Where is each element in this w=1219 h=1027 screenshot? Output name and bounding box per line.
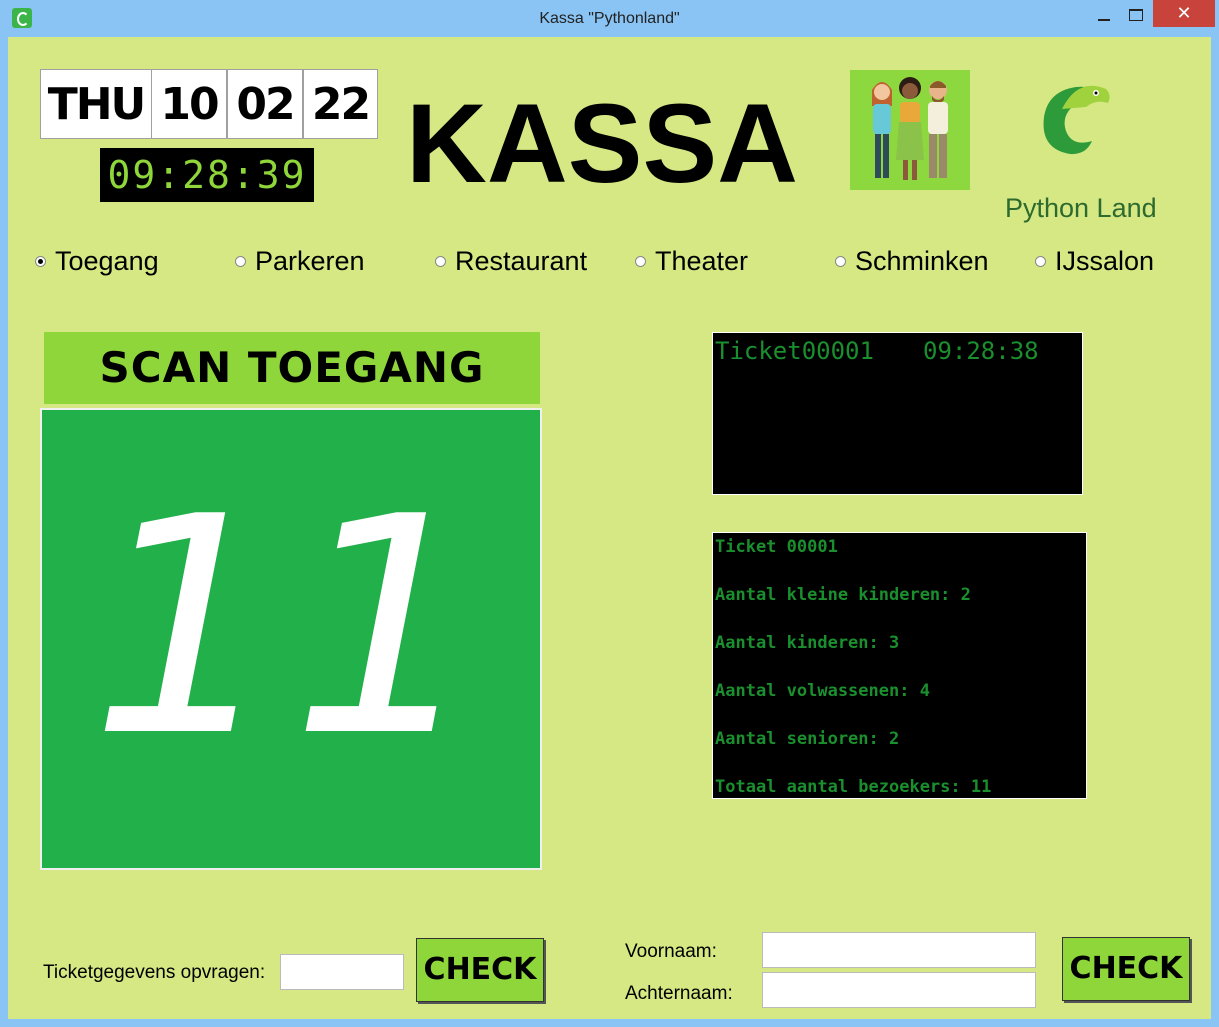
last-name-label: Achternaam:: [625, 983, 733, 1004]
scan-title: SCAN TOEGANG: [44, 332, 540, 404]
window-title: Kassa "Pythonland": [539, 10, 680, 27]
ticket-lookup-input[interactable]: [280, 954, 404, 990]
ticket-check-button[interactable]: CHECK: [416, 938, 544, 1002]
ticket-detail-line: Aantal kleine kinderen: 2: [715, 585, 971, 605]
date-month: 02: [227, 69, 303, 139]
last-name-input[interactable]: [762, 972, 1036, 1008]
close-icon[interactable]: ✕: [1153, 0, 1215, 27]
clock-display: 09:28:39: [100, 148, 314, 202]
title-bar[interactable]: Kassa "Pythonland" ✕: [0, 0, 1219, 37]
radio-restaurant-label[interactable]: Restaurant: [455, 246, 587, 277]
name-check-button[interactable]: CHECK: [1062, 937, 1190, 1001]
radio-restaurant-indicator[interactable]: [435, 256, 446, 267]
ticket-detail-line: Ticket 00001: [715, 537, 838, 557]
radio-theater-label[interactable]: Theater: [655, 246, 748, 277]
last-ticket-id: Ticket00001: [715, 337, 874, 365]
people-illustration: [850, 70, 970, 190]
date-day: THU: [40, 69, 152, 139]
radio-parkeren-indicator[interactable]: [235, 256, 246, 267]
page-title: KASSA: [406, 81, 799, 206]
radio-toegang-label[interactable]: Toegang: [55, 246, 159, 277]
first-name-label: Voornaam:: [625, 941, 717, 962]
radio-ijssalon-indicator[interactable]: [1035, 256, 1046, 267]
radio-toegang-indicator[interactable]: [35, 256, 46, 267]
radio-parkeren-label[interactable]: Parkeren: [255, 246, 365, 277]
radio-theater-indicator[interactable]: [635, 256, 646, 267]
last-ticket-time: 09:28:38: [923, 337, 1039, 365]
ticket-detail-line: Aantal senioren: 2: [715, 729, 900, 749]
radio-schminken-label[interactable]: Schminken: [855, 246, 989, 277]
minimize-icon[interactable]: [1089, 0, 1119, 27]
scan-count-panel: 11: [40, 408, 542, 870]
ticket-detail-line: Aantal kinderen: 3: [715, 633, 900, 653]
main-panel: THU 10 02 22 09:28:39 KASSA Python Land …: [8, 37, 1211, 1019]
first-name-input[interactable]: [762, 932, 1036, 968]
ticket-detail-line: Totaal aantal bezoekers: 11: [715, 777, 992, 797]
app-window: Kassa "Pythonland" ✕ THU 10 02 22 09:28:…: [0, 0, 1219, 1027]
radio-schminken-indicator[interactable]: [835, 256, 846, 267]
python-land-logo: Python Land: [988, 69, 1168, 223]
ticket-lookup-label: Ticketgegevens opvragen:: [43, 962, 266, 983]
ticket-detail-line: Aantal volwassenen: 4: [715, 681, 930, 701]
last-ticket-display: Ticket00001 09:28:38: [712, 332, 1083, 495]
logo-text: Python Land: [1005, 193, 1157, 223]
maximize-icon[interactable]: [1121, 0, 1151, 27]
date-year: 22: [303, 69, 378, 139]
date-day-of-month: 10: [151, 69, 227, 139]
radio-ijssalon-label[interactable]: IJssalon: [1055, 246, 1154, 277]
visitor-count: 11: [90, 453, 492, 802]
ticket-details-display: Ticket 00001 Aantal kleine kinderen: 2 A…: [712, 532, 1087, 799]
